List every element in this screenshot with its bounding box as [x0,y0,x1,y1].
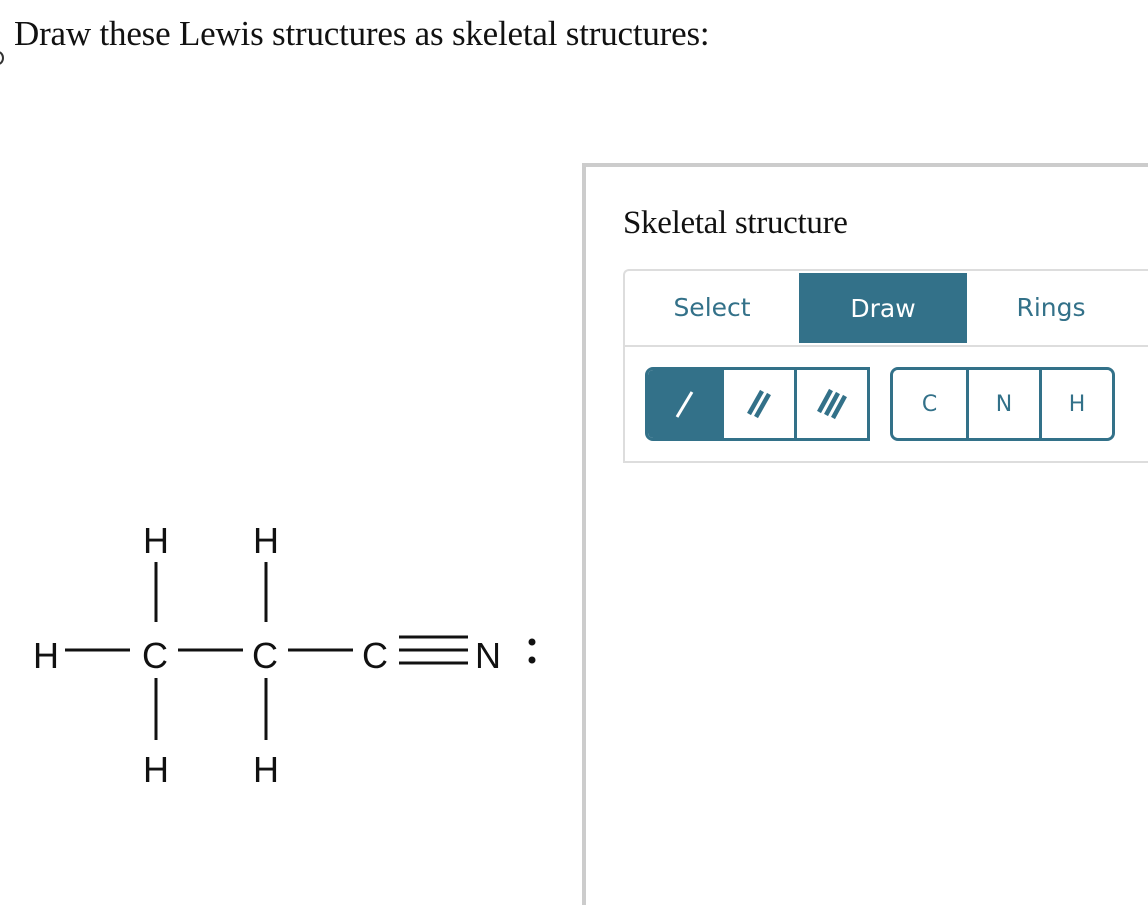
lewis-structure: H C C C N H H H H [20,510,560,800]
mode-tabs: Select Draw Rings [625,271,1148,347]
atom-h-c1-bottom: H [143,749,169,790]
atom-c-button[interactable]: C [893,370,966,438]
atom-n: N [475,635,501,676]
atom-h-c2-bottom: H [253,749,279,790]
double-bond-icon [747,389,771,419]
lone-pair-n [528,638,536,664]
atom-h-c2-top: H [253,520,279,561]
question-title: Draw these Lewis structures as skeletal … [14,14,710,53]
tab-select[interactable]: Select [625,271,799,343]
panel-title: Skeletal structure [623,205,848,241]
atom-tools: C N H [890,367,1115,441]
atom-c1: C [142,635,168,676]
atom-c3: C [362,635,388,676]
single-bond-button[interactable] [648,370,721,438]
double-bond-button[interactable] [721,370,794,438]
structure-editor: Select Draw Rings C N H [623,269,1148,463]
tool-row: C N H [645,367,1115,441]
answer-panel: Skeletal structure Select Draw Rings C N… [582,163,1148,905]
atom-h-c1-top: H [143,520,169,561]
atom-c2: C [252,635,278,676]
single-bond-icon [675,391,693,418]
bond-c3-n-triple [399,635,468,665]
lewis-structure-diagram: H C C C N H H H H [33,520,536,790]
triple-bond-icon [817,388,847,420]
tab-draw[interactable]: Draw [799,273,967,343]
atom-h-left: H [33,635,59,676]
atom-h-button[interactable]: H [1039,370,1112,438]
triple-bond-button[interactable] [794,370,867,438]
question-marker-icon [0,51,4,65]
atom-n-button[interactable]: N [966,370,1039,438]
bond-tools [645,367,870,441]
tab-rings[interactable]: Rings [967,271,1135,343]
